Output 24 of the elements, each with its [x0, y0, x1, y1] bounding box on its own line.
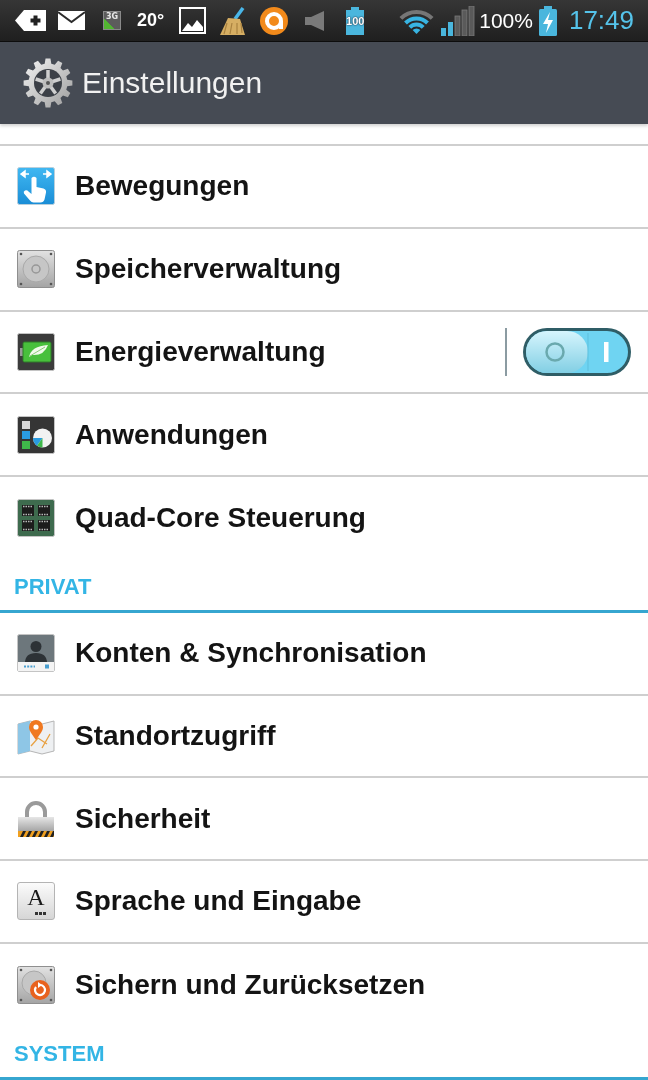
- hand-gesture-icon: [17, 167, 55, 206]
- battery-leaf-icon: [17, 332, 55, 371]
- battery-percent-text: 100%: [479, 8, 533, 33]
- section-header: PRIVAT: [14, 574, 92, 601]
- pie-chart-icon: [17, 415, 55, 454]
- network-type-icon: 3G: [103, 11, 121, 30]
- chip-icon: [17, 499, 55, 538]
- broom-icon: [219, 6, 247, 35]
- clock-time: 17:49: [568, 5, 635, 36]
- person-icon: [17, 634, 55, 673]
- temperature-text: 20°: [137, 10, 165, 31]
- padlock-icon: [17, 799, 55, 838]
- speaker-icon: [305, 10, 326, 31]
- section-header: SYSTEM: [14, 1041, 105, 1067]
- ring-app-icon: [260, 6, 289, 35]
- letter-key-icon: A: [17, 882, 55, 921]
- battery-charging-icon: [537, 5, 558, 36]
- image-icon: [179, 7, 207, 34]
- plus-tag-icon: [15, 10, 46, 31]
- screen-title: Einstellungen: [82, 66, 263, 100]
- settings-icon: [23, 58, 73, 108]
- signal-icon: [441, 5, 476, 36]
- battery-icon: 100: [344, 6, 367, 35]
- mail-icon: [58, 11, 85, 30]
